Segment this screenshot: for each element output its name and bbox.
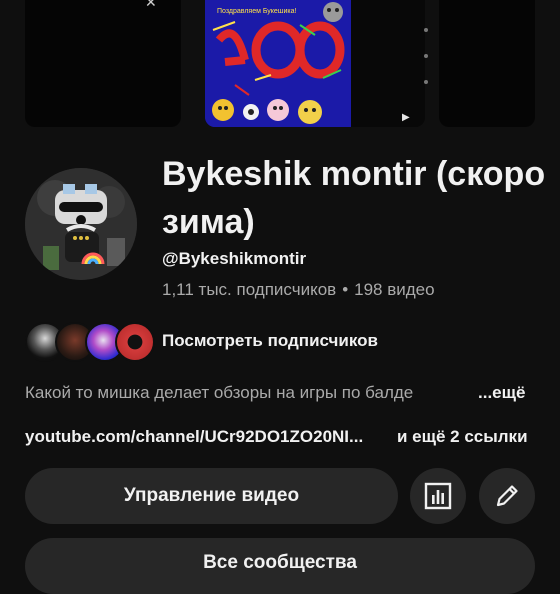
indicator-dot	[424, 80, 428, 84]
channel-stats: 1,11 тыс. подписчиков • 198 видео	[162, 280, 435, 300]
manage-videos-button[interactable]: Управление видео	[25, 468, 398, 524]
video-count: 198 видео	[354, 280, 435, 299]
thumbnail-dark-area	[351, 0, 425, 127]
bar-chart-icon	[424, 482, 452, 510]
subscriber-avatar	[115, 322, 155, 362]
play-icon[interactable]: ▶	[402, 112, 410, 123]
channel-handle: @Bykeshikmontir	[162, 249, 307, 268]
stats-separator: •	[342, 280, 349, 299]
avatar-bear-drawing	[25, 168, 137, 280]
pencil-icon	[496, 485, 518, 507]
video-thumbnail-center[interactable]: Поздравляем Букешика! ▶	[205, 0, 425, 127]
edit-channel-button[interactable]	[479, 468, 535, 524]
channel-title: Bykeshik montir (скоро зима)	[162, 155, 546, 241]
close-icon[interactable]: ✕	[145, 0, 157, 11]
thumbnail-artwork: Поздравляем Букешика!	[205, 0, 351, 127]
description-more-link[interactable]: ...ещё	[478, 383, 525, 403]
channel-description[interactable]: Какой то мишка делает обзоры на игры по …	[25, 383, 475, 403]
channel-avatar[interactable]	[25, 168, 137, 280]
thumbnail-banner: Поздравляем Букешика!	[217, 8, 296, 15]
subscriber-count: 1,11 тыс. подписчиков	[162, 280, 337, 299]
indicator-dot	[424, 54, 428, 58]
video-thumbnail-right[interactable]	[439, 0, 535, 127]
view-subscribers-link[interactable]: Посмотреть подписчиков	[162, 331, 378, 351]
analytics-button[interactable]	[410, 468, 466, 524]
thumbnail-side-indicators	[424, 28, 430, 108]
thumbnail-drawing: Поздравляем Букешика!	[205, 0, 351, 127]
subscriber-avatars[interactable]	[25, 322, 155, 362]
video-thumbnail-left[interactable]: ✕	[25, 0, 181, 127]
bottom-button[interactable]: Все сообщества	[25, 538, 535, 594]
manage-videos-label: Управление видео	[123, 485, 300, 506]
more-links[interactable]: и ещё 2 ссылки	[397, 427, 528, 447]
bottom-button-label: Все сообщества	[203, 552, 357, 573]
channel-link[interactable]: youtube.com/channel/UCr92DO1ZO20NI...	[25, 427, 390, 447]
indicator-dot	[424, 28, 428, 32]
